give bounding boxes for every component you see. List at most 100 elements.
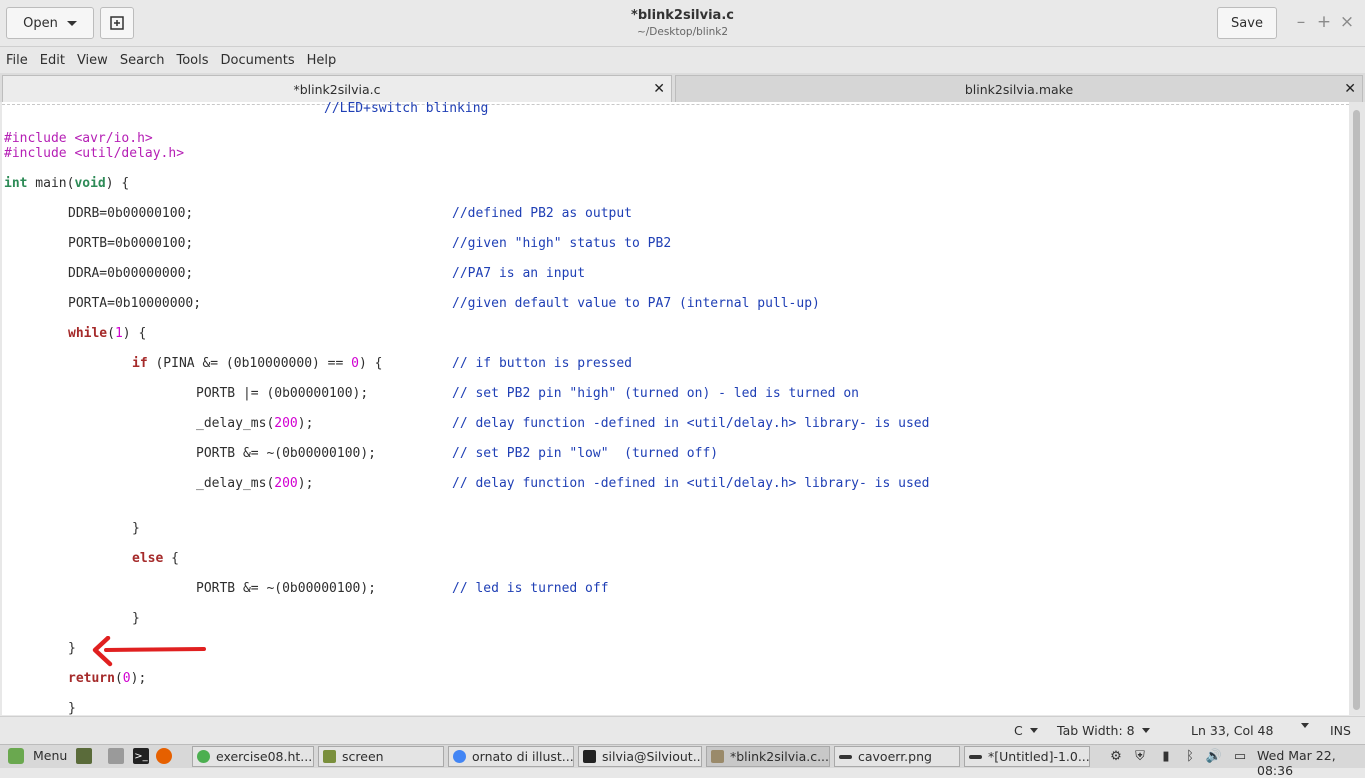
task-ornato[interactable]: ornato di illust... — [448, 746, 574, 767]
cursor-position[interactable]: Ln 33, Col 48 — [1191, 723, 1273, 738]
code-comment: //given default value to PA7 (internal p… — [452, 296, 820, 311]
terminal-icon[interactable]: >_ — [133, 748, 149, 764]
tab-width-selector[interactable]: Tab Width: 8 — [1057, 723, 1150, 738]
menu-documents[interactable]: Documents — [215, 53, 301, 68]
code-comment: //defined PB2 as output — [452, 206, 633, 221]
close-icon[interactable]: ✕ — [653, 81, 665, 97]
chevron-down-icon — [1141, 728, 1150, 733]
code-line: if (PINA &= (0b10000000) == 0) { — [132, 356, 383, 371]
tab-blink2silvia-c[interactable]: *blink2silvia.c ✕ — [2, 75, 672, 102]
code-comment: // set PB2 pin "low" (turned off) — [452, 446, 719, 461]
code-line: PORTB &= ~(0b00000100); — [196, 581, 377, 596]
chevron-down-icon — [1301, 723, 1309, 728]
title-bar: Open *blink2silvia.c ~/Desktop/blink2 Sa… — [0, 0, 1365, 47]
task-screen[interactable]: screen — [318, 746, 444, 767]
code-comment: // set PB2 pin "high" (turned on) - led … — [452, 386, 859, 401]
battery-icon[interactable]: ▭ — [1232, 748, 1248, 764]
task-label: *blink2silvia.c... — [730, 749, 829, 764]
update-manager-icon[interactable]: ⚙ — [1108, 748, 1124, 764]
task-label: *[Untitled]-1.0... — [988, 749, 1090, 764]
window-title: *blink2silvia.c — [631, 8, 734, 23]
code-line: _delay_ms(200); — [196, 416, 314, 431]
image-viewer-icon — [839, 754, 852, 759]
status-bar: C Tab Width: 8 Ln 33, Col 48 INS — [0, 716, 1365, 745]
insert-mode[interactable]: INS — [1330, 723, 1351, 738]
scrollbar-thumb[interactable] — [1353, 110, 1360, 710]
language-label: C — [1014, 723, 1023, 738]
clock[interactable]: Wed Mar 22, 08:36 — [1257, 748, 1365, 778]
save-button[interactable]: Save — [1217, 7, 1277, 39]
language-selector[interactable]: C — [1014, 723, 1038, 738]
task-cavoerr[interactable]: cavoerr.png — [834, 746, 960, 767]
menu-help[interactable]: Help — [301, 53, 343, 68]
mint-logo-icon[interactable] — [8, 748, 24, 764]
code-line: else { — [132, 551, 179, 566]
menu-tools[interactable]: Tools — [170, 53, 214, 68]
bluetooth-icon[interactable]: ᛒ — [1182, 748, 1198, 764]
code-line: } — [132, 611, 140, 626]
chrome-icon — [453, 750, 466, 763]
vertical-scrollbar[interactable] — [1349, 102, 1365, 715]
text-editor-icon — [711, 750, 724, 763]
code-line: #include <avr/io.h> — [4, 131, 153, 146]
shield-icon[interactable]: ⛨ — [1132, 748, 1148, 764]
menu-file[interactable]: File — [0, 53, 34, 68]
document-tabs: *blink2silvia.c ✕ blink2silvia.make ✕ — [0, 73, 1365, 102]
menu-search[interactable]: Search — [114, 53, 171, 68]
file-manager-icon[interactable] — [108, 748, 124, 764]
task-label: ornato di illust... — [472, 749, 574, 764]
code-line: } — [68, 701, 76, 715]
gimp-icon — [969, 754, 982, 759]
tab-blink2silvia-make[interactable]: blink2silvia.make ✕ — [675, 75, 1363, 102]
task-label: cavoerr.png — [858, 749, 932, 764]
menu-view[interactable]: View — [71, 53, 114, 68]
volume-icon[interactable]: 🔊 — [1206, 748, 1222, 764]
insert-mode-label: INS — [1330, 723, 1351, 738]
editor-top-divider — [2, 104, 1349, 105]
terminal-icon — [583, 750, 596, 763]
code-comment: // delay function -defined in <util/dela… — [452, 416, 930, 431]
maximize-button[interactable]: + — [1313, 12, 1335, 32]
code-comment: //PA7 is an input — [452, 266, 586, 281]
task-untitled[interactable]: *[Untitled]-1.0... — [964, 746, 1090, 767]
code-line: DDRA=0b00000000; — [68, 266, 194, 281]
show-desktop-icon[interactable] — [76, 748, 92, 764]
cursor-position-label: Ln 33, Col 48 — [1191, 723, 1274, 738]
menu-bar: File Edit View Search Tools Documents He… — [0, 47, 1365, 73]
code-line: //LED+switch blinking — [324, 102, 489, 116]
code-line: _delay_ms(200); — [196, 476, 314, 491]
tab-label: *blink2silvia.c — [293, 81, 381, 97]
task-exercise08[interactable]: exercise08.ht... — [192, 746, 314, 767]
code-line: #include <util/delay.h> — [4, 146, 185, 161]
task-label: exercise08.ht... — [216, 749, 313, 764]
chevron-down-icon — [1029, 728, 1038, 733]
task-label: screen — [342, 749, 384, 764]
close-window-button[interactable]: × — [1336, 12, 1358, 32]
close-icon[interactable]: ✕ — [1344, 81, 1356, 97]
menu-edit[interactable]: Edit — [34, 53, 71, 68]
code-line: while(1) { — [68, 326, 147, 341]
code-line: PORTA=0b10000000; — [68, 296, 202, 311]
taskbar: Menu >_ exercise08.ht... screen ornato d… — [0, 744, 1365, 778]
code-comment: //given "high" status to PB2 — [452, 236, 672, 251]
code-comment: // delay function -defined in <util/dela… — [452, 476, 930, 491]
folder-icon — [323, 750, 336, 763]
window-subtitle: ~/Desktop/blink2 — [636, 26, 729, 38]
code-comment: // if button is pressed — [452, 356, 633, 371]
code-line: int main(void) { — [4, 176, 130, 191]
task-blink2silvia[interactable]: *blink2silvia.c... — [706, 746, 830, 767]
task-label: silvia@Silviout... — [602, 749, 702, 764]
code-line: PORTB |= (0b00000100); — [196, 386, 369, 401]
tab-label: blink2silvia.make — [964, 81, 1074, 97]
task-terminal[interactable]: silvia@Silviout... — [578, 746, 702, 767]
code-editor[interactable]: //LED+switch blinking #include <avr/io.h… — [2, 102, 1349, 715]
tab-width-label: Tab Width: 8 — [1057, 723, 1135, 738]
red-arrow-annotation — [92, 636, 206, 667]
firefox-icon[interactable] — [156, 748, 172, 764]
network-signal-icon[interactable]: ▮ — [1158, 748, 1174, 764]
code-line: PORTB=0b0000100; — [68, 236, 194, 251]
minimize-button[interactable]: – — [1290, 12, 1312, 32]
position-menu[interactable] — [1294, 723, 1309, 728]
start-menu-button[interactable]: Menu — [33, 748, 67, 763]
code-comment: // led is turned off — [452, 581, 609, 596]
